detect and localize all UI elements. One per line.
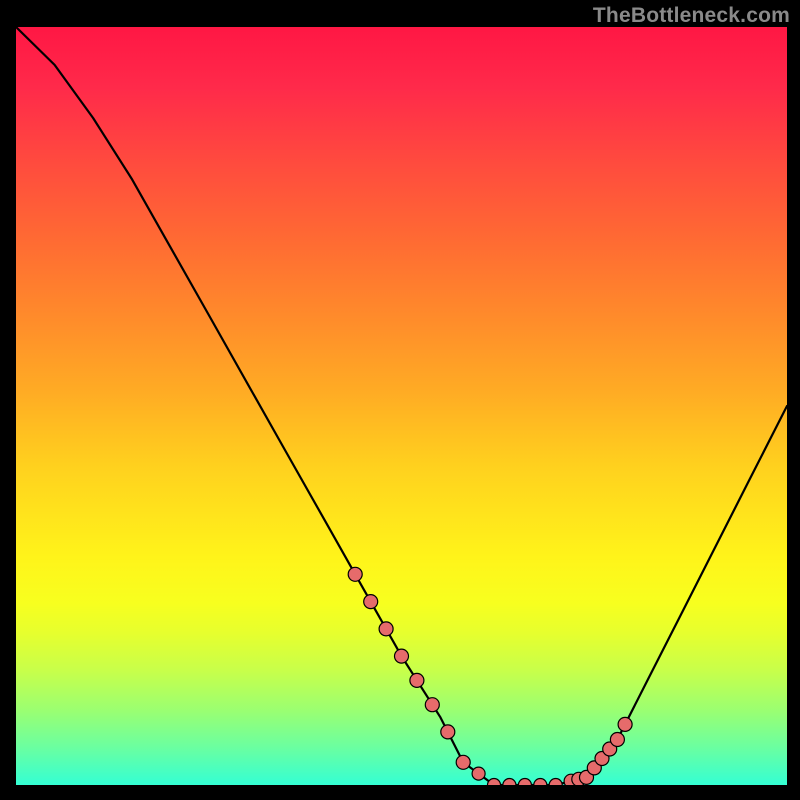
data-point [425, 698, 439, 712]
curve-layer [16, 27, 787, 785]
data-point [364, 595, 378, 609]
data-point [348, 567, 362, 581]
data-point [549, 779, 562, 786]
data-point [395, 649, 409, 663]
data-point [441, 725, 455, 739]
watermark-text: TheBottleneck.com [593, 4, 790, 28]
data-point [503, 779, 516, 786]
data-point [618, 717, 632, 731]
data-point [610, 733, 624, 747]
data-point [518, 779, 531, 786]
data-point [488, 779, 501, 786]
data-point [534, 779, 547, 786]
data-point [379, 622, 393, 636]
chart-frame: TheBottleneck.com [0, 0, 800, 800]
data-point [456, 755, 470, 769]
plot-area [16, 27, 787, 785]
data-point [472, 767, 485, 780]
bottleneck-curve [16, 27, 787, 785]
data-point [410, 673, 424, 687]
